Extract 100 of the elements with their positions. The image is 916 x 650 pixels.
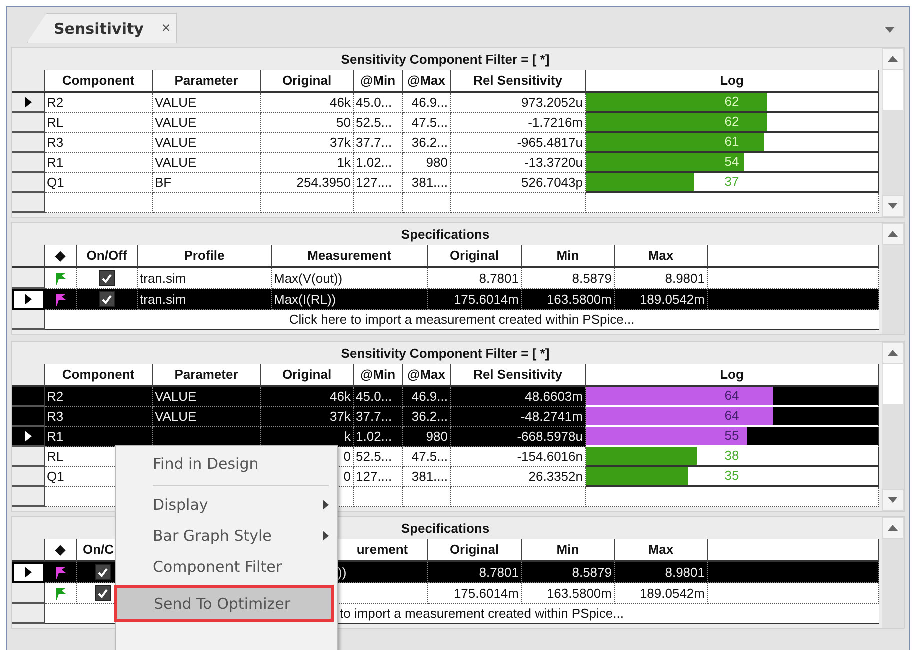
column-header[interactable]: Min	[522, 245, 615, 268]
column-header[interactable]: Component	[45, 364, 153, 387]
column-header[interactable]: Log	[586, 364, 879, 387]
row-header[interactable]	[12, 487, 45, 507]
row-header[interactable]	[12, 268, 45, 289]
table-cell: tran.sim	[138, 268, 272, 289]
scroll-down-button[interactable]	[882, 195, 904, 217]
column-header[interactable]: Measurement	[272, 245, 428, 268]
row-header[interactable]	[12, 467, 45, 487]
panel-title: Sensitivity Component Filter = [ *]	[341, 346, 550, 360]
log-bar: 64	[586, 387, 879, 407]
scroll-up-icon[interactable]	[888, 56, 898, 62]
table-cell: 526.7043p	[451, 173, 586, 193]
checkbox[interactable]	[95, 585, 111, 601]
table-cell: 8.9801	[615, 268, 708, 289]
scroll-up-button[interactable]	[882, 517, 904, 539]
table-cell: VALUE	[153, 93, 261, 113]
scroll-down-icon[interactable]	[888, 497, 898, 503]
column-header[interactable]: Component	[45, 70, 153, 93]
close-icon[interactable]: ×	[162, 20, 171, 37]
row-header[interactable]	[12, 427, 45, 447]
log-bar: 62	[586, 113, 879, 133]
row-header[interactable]	[12, 310, 45, 330]
column-header[interactable]: @Max	[403, 364, 451, 387]
table-cell: 46.9...	[403, 387, 451, 407]
column-header[interactable]: Log	[586, 70, 879, 93]
scroll-up-button[interactable]	[882, 223, 904, 245]
menu-item[interactable]: Send To Optimizer	[117, 588, 331, 619]
row-header[interactable]	[12, 113, 45, 133]
scroll-up-icon[interactable]	[888, 525, 898, 531]
dropdown-icon[interactable]	[885, 27, 895, 33]
table-cell: 163.5800m	[522, 583, 615, 604]
column-header[interactable]: Max	[615, 539, 708, 562]
scroll-up-button[interactable]	[882, 342, 904, 364]
column-header[interactable]: Original	[261, 70, 354, 93]
column-header[interactable]: Original	[428, 539, 522, 562]
table-cell: RL	[45, 113, 153, 133]
row-header[interactable]	[12, 583, 45, 604]
table-cell: 36.2...	[403, 407, 451, 427]
checkbox[interactable]	[95, 564, 111, 580]
table-cell: Max(I(RL))	[272, 289, 428, 310]
table-cell: 163.5800m	[522, 289, 615, 310]
table-cell: R2	[45, 93, 153, 113]
column-header[interactable]: ◆	[45, 245, 77, 268]
row-header[interactable]	[12, 133, 45, 153]
checkmark-icon	[98, 588, 108, 598]
panel-title: Sensitivity Component Filter = [ *]	[341, 52, 550, 66]
import-link[interactable]: to import a measurement created within PSpice...	[340, 606, 624, 621]
table-cell: 46k	[261, 93, 354, 113]
table-cell: 37.7...	[354, 133, 403, 153]
checkbox[interactable]	[99, 291, 115, 307]
scrollbar-thumb[interactable]	[883, 70, 903, 110]
column-header[interactable]: Min	[522, 539, 615, 562]
scroll-down-icon[interactable]	[888, 203, 898, 209]
table-cell: k	[261, 427, 354, 447]
table-cell: 48.6603m	[451, 387, 586, 407]
table-cell	[403, 193, 451, 213]
row-header[interactable]	[12, 604, 45, 624]
panel-title: Specifications	[401, 520, 490, 536]
scroll-up-button[interactable]	[882, 48, 904, 70]
scroll-up-icon[interactable]	[888, 231, 898, 237]
row-header[interactable]	[12, 93, 45, 113]
column-header[interactable]: On/Off	[77, 245, 138, 268]
caret-icon	[323, 530, 329, 540]
column-header[interactable]: Parameter	[153, 364, 261, 387]
column-header[interactable]: @Min	[354, 70, 403, 93]
row-header[interactable]	[12, 153, 45, 173]
import-link[interactable]: Click here to import a measurement created within PSpice...	[289, 312, 635, 327]
checkbox[interactable]	[99, 270, 115, 286]
column-header[interactable]: Rel Sensitivity	[451, 364, 586, 387]
column-header[interactable]	[708, 245, 879, 268]
column-header[interactable]: ◆	[45, 539, 77, 562]
scrollbar-thumb[interactable]	[883, 364, 903, 404]
log-bar: 35	[586, 467, 879, 487]
row-header[interactable]	[12, 193, 45, 213]
table-cell: -1.7216m	[451, 113, 586, 133]
scroll-down-button[interactable]	[882, 489, 904, 511]
scroll-up-icon[interactable]	[888, 350, 898, 356]
column-header[interactable]: Original	[428, 245, 522, 268]
column-header[interactable]: Max	[615, 245, 708, 268]
column-header[interactable]: Profile	[138, 245, 272, 268]
menu-item[interactable]: Display	[116, 489, 337, 520]
row-header[interactable]	[12, 447, 45, 467]
log-bar: 38	[586, 447, 879, 467]
row-header[interactable]	[12, 562, 45, 583]
table-cell	[354, 487, 403, 507]
column-header[interactable]	[708, 539, 879, 562]
column-header[interactable]: Original	[261, 364, 354, 387]
column-header[interactable]: @Min	[354, 364, 403, 387]
log-bar: 54	[586, 153, 879, 173]
log-bar: 62	[586, 93, 879, 113]
row-header[interactable]	[12, 289, 45, 310]
column-header[interactable]: @Max	[403, 70, 451, 93]
table-cell: -154.6016n	[451, 447, 586, 467]
table-cell: 8.9801	[615, 562, 708, 583]
table-cell: 189.0542m	[615, 583, 708, 604]
row-header[interactable]	[12, 173, 45, 193]
column-header[interactable]: Parameter	[153, 70, 261, 93]
column-header[interactable]: Rel Sensitivity	[451, 70, 586, 93]
tab[interactable]: Sensitivity ×	[27, 13, 177, 43]
